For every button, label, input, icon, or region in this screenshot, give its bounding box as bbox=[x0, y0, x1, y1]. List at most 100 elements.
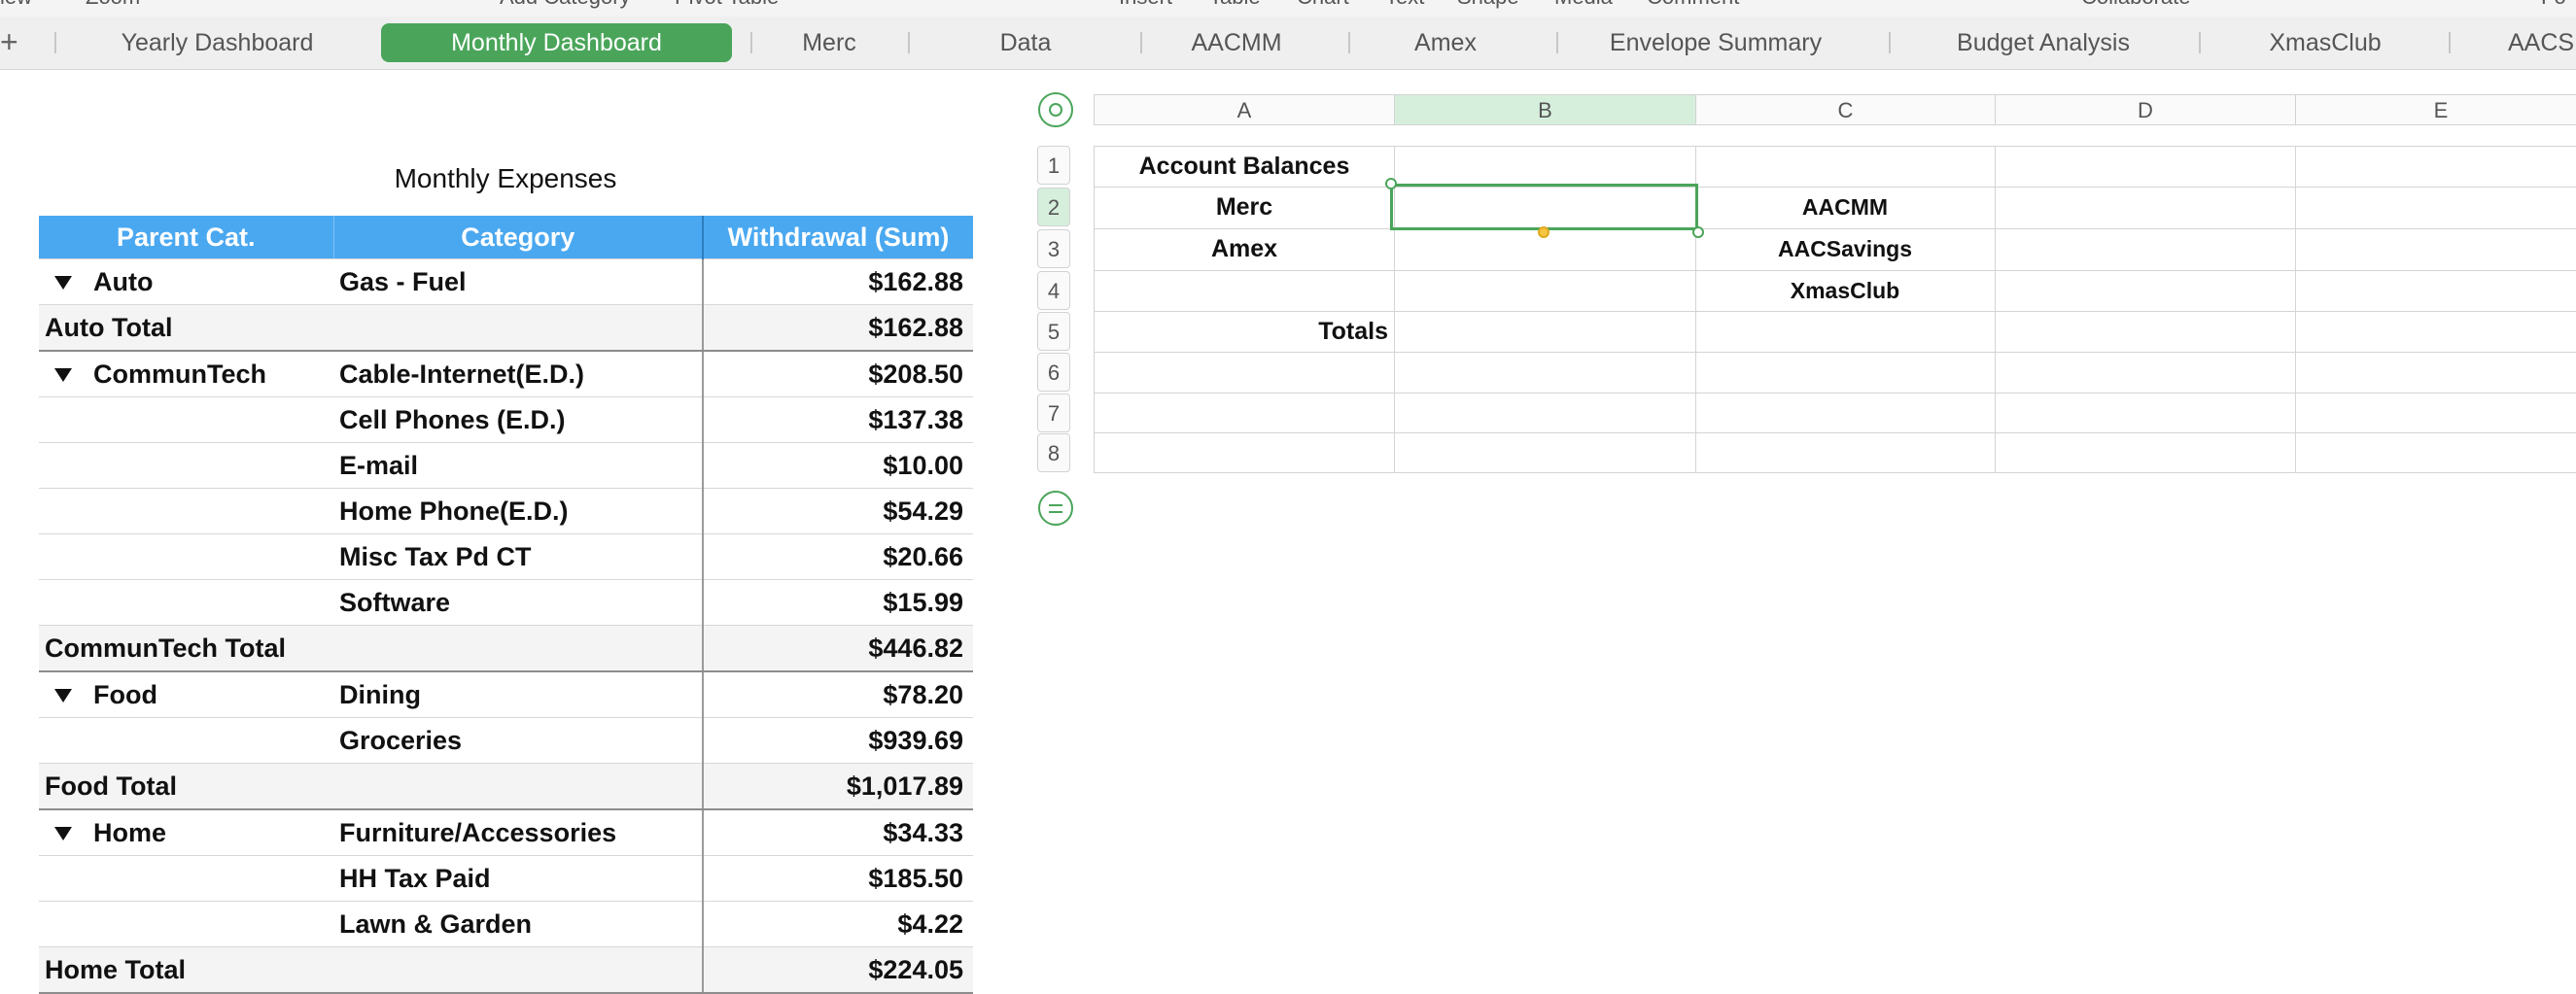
cell-e1[interactable] bbox=[2295, 146, 2576, 188]
pivot-row[interactable]: Auto Gas - Fuel $162.88 bbox=[39, 258, 973, 305]
add-sheet-button[interactable]: + bbox=[0, 22, 18, 61]
pivot-row[interactable]: E-mail $10.00 bbox=[39, 442, 973, 489]
disclosure-triangle-icon[interactable] bbox=[54, 276, 72, 291]
pivot-row[interactable]: CommunTech Cable-Internet(E.D.) $208.50 bbox=[39, 351, 973, 397]
row-header-2[interactable]: 2 bbox=[1037, 188, 1070, 226]
pivot-parent-cell[interactable]: Home bbox=[39, 809, 333, 856]
cell-c8[interactable] bbox=[1695, 433, 1996, 473]
toolbar-zoom-button[interactable]: Zoom bbox=[86, 0, 140, 10]
tab-merc[interactable]: Merc bbox=[768, 23, 890, 62]
pivot-parent-cell[interactable] bbox=[39, 579, 333, 626]
pivot-amount-cell[interactable]: $10.00 bbox=[702, 442, 973, 489]
cell-b5[interactable] bbox=[1394, 312, 1696, 353]
pivot-category-cell[interactable]: E-mail bbox=[333, 442, 703, 489]
pivot-parent-cell[interactable] bbox=[39, 855, 333, 902]
pivot-row[interactable]: Groceries $939.69 bbox=[39, 717, 973, 764]
pivot-parent-cell[interactable]: CommunTech bbox=[39, 351, 333, 397]
tab-aacs[interactable]: AACS bbox=[2508, 23, 2576, 62]
column-header-e[interactable]: E bbox=[2295, 94, 2576, 125]
toolbar-view-button[interactable]: iew bbox=[0, 0, 32, 10]
cell-a3[interactable]: Amex bbox=[1094, 229, 1395, 271]
pivot-row[interactable]: Cell Phones (E.D.) $137.38 bbox=[39, 396, 973, 443]
column-header-d[interactable]: D bbox=[1995, 94, 2296, 125]
selection-handle-top-left[interactable] bbox=[1385, 178, 1397, 189]
row-header-6[interactable]: 6 bbox=[1037, 353, 1070, 392]
cell-d8[interactable] bbox=[1995, 433, 2296, 473]
cell-e4[interactable] bbox=[2295, 271, 2576, 312]
cell-a7[interactable] bbox=[1094, 394, 1395, 433]
tab-aacmm[interactable]: AACMM bbox=[1159, 23, 1314, 62]
cell-c3[interactable]: AACSavings bbox=[1695, 229, 1996, 271]
row-header-3[interactable]: 3 bbox=[1037, 229, 1070, 268]
toolbar-format-button[interactable]: Fo bbox=[2541, 0, 2566, 10]
pivot-row[interactable]: Lawn & Garden $4.22 bbox=[39, 901, 973, 947]
pivot-category-cell[interactable]: Software bbox=[333, 579, 703, 626]
cell-b4[interactable] bbox=[1394, 271, 1696, 312]
pivot-category-cell[interactable]: Gas - Fuel bbox=[333, 258, 703, 305]
table-select-handle[interactable] bbox=[1038, 92, 1073, 127]
tab-xmasclub[interactable]: XmasClub bbox=[2218, 23, 2432, 62]
pivot-parent-cell[interactable] bbox=[39, 396, 333, 443]
pivot-parent-cell[interactable] bbox=[39, 442, 333, 489]
pivot-category-cell[interactable]: Home Phone(E.D.) bbox=[333, 488, 703, 534]
pivot-amount-cell[interactable]: $137.38 bbox=[702, 396, 973, 443]
selection-handle-bottom-right[interactable] bbox=[1692, 226, 1704, 238]
cell-c7[interactable] bbox=[1695, 394, 1996, 433]
pivot-category-cell[interactable]: Dining bbox=[333, 671, 703, 718]
toolbar-shape-button[interactable]: Shape bbox=[1457, 0, 1519, 10]
pivot-total-row[interactable]: CommunTech Total $446.82 bbox=[39, 625, 973, 672]
pivot-amount-cell[interactable]: $20.66 bbox=[702, 533, 973, 580]
tab-budget-analysis[interactable]: Budget Analysis bbox=[1907, 23, 2179, 62]
cell-e3[interactable] bbox=[2295, 229, 2576, 271]
pivot-amount-cell[interactable]: $15.99 bbox=[702, 579, 973, 626]
cell-d1[interactable] bbox=[1995, 146, 2296, 188]
column-header-b[interactable]: B bbox=[1394, 94, 1696, 125]
pivot-row[interactable]: HH Tax Paid $185.50 bbox=[39, 855, 973, 902]
tab-data[interactable]: Data bbox=[928, 23, 1123, 62]
pivot-amount-cell[interactable]: $446.82 bbox=[702, 625, 973, 672]
pivot-row[interactable]: Home Phone(E.D.) $54.29 bbox=[39, 488, 973, 534]
pivot-row[interactable]: Home Furniture/Accessories $34.33 bbox=[39, 809, 973, 856]
pivot-category-cell[interactable]: Misc Tax Pd CT bbox=[333, 533, 703, 580]
cell-d4[interactable] bbox=[1995, 271, 2296, 312]
pivot-total-label[interactable]: CommunTech Total bbox=[39, 625, 333, 672]
pivot-category-cell[interactable] bbox=[333, 625, 703, 672]
row-header-4[interactable]: 4 bbox=[1037, 271, 1070, 310]
cell-c1[interactable] bbox=[1695, 146, 1996, 188]
cell-e2[interactable] bbox=[2295, 188, 2576, 229]
cell-b7[interactable] bbox=[1394, 394, 1696, 433]
toolbar-media-button[interactable]: Media bbox=[1554, 0, 1613, 10]
cell-a6[interactable] bbox=[1094, 353, 1395, 394]
column-header-c[interactable]: C bbox=[1695, 94, 1996, 125]
pivot-amount-cell[interactable]: $34.33 bbox=[702, 809, 973, 856]
pivot-amount-cell[interactable]: $162.88 bbox=[702, 258, 973, 305]
cell-a1[interactable]: Account Balances bbox=[1094, 146, 1395, 188]
pivot-amount-cell[interactable]: $54.29 bbox=[702, 488, 973, 534]
pivot-category-cell[interactable]: Cell Phones (E.D.) bbox=[333, 396, 703, 443]
pivot-category-cell[interactable]: Furniture/Accessories bbox=[333, 809, 703, 856]
row-header-1[interactable]: 1 bbox=[1037, 146, 1070, 185]
pivot-amount-cell[interactable]: $185.50 bbox=[702, 855, 973, 902]
pivot-amount-cell[interactable]: $78.20 bbox=[702, 671, 973, 718]
toolbar-text-button[interactable]: Text bbox=[1385, 0, 1424, 10]
cell-d6[interactable] bbox=[1995, 353, 2296, 394]
cell-e5[interactable] bbox=[2295, 312, 2576, 353]
cell-d5[interactable] bbox=[1995, 312, 2296, 353]
disclosure-triangle-icon[interactable] bbox=[54, 689, 72, 703]
pivot-row[interactable]: Misc Tax Pd CT $20.66 bbox=[39, 533, 973, 580]
pivot-category-cell[interactable]: Groceries bbox=[333, 717, 703, 764]
pivot-row[interactable]: Food Dining $78.20 bbox=[39, 671, 973, 718]
pivot-amount-cell[interactable]: $1,017.89 bbox=[702, 763, 973, 810]
pivot-parent-cell[interactable] bbox=[39, 533, 333, 580]
pivot-amount-cell[interactable]: $939.69 bbox=[702, 717, 973, 764]
toolbar-add-category-button[interactable]: Add Category bbox=[500, 0, 631, 10]
disclosure-triangle-icon[interactable] bbox=[54, 368, 72, 383]
pivot-amount-cell[interactable]: $162.88 bbox=[702, 304, 973, 352]
cell-b1[interactable] bbox=[1394, 146, 1696, 188]
pivot-parent-cell[interactable] bbox=[39, 901, 333, 947]
pivot-amount-cell[interactable]: $208.50 bbox=[702, 351, 973, 397]
pivot-parent-cell[interactable] bbox=[39, 717, 333, 764]
row-header-5[interactable]: 5 bbox=[1037, 312, 1070, 351]
toolbar-collaborate-button[interactable]: Collaborate bbox=[2081, 0, 2191, 10]
add-rows-handle[interactable] bbox=[1038, 491, 1073, 526]
